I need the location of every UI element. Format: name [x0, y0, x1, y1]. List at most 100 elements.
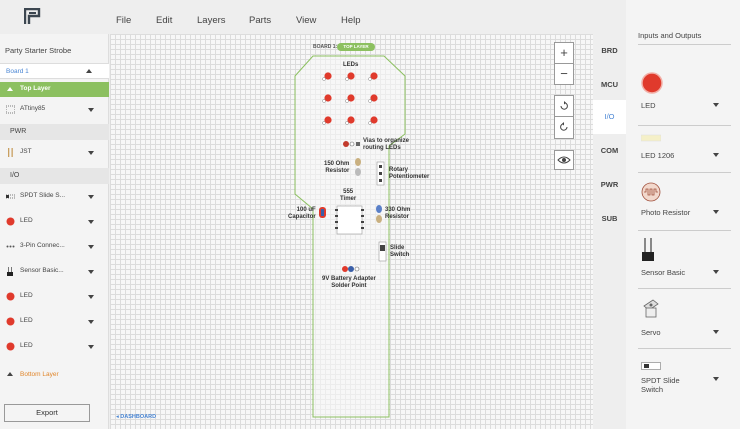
label-vias: Vias to organize routing LEDs: [363, 138, 409, 151]
divider: [638, 230, 731, 231]
part-label: SPDT Slide Switch: [641, 376, 680, 394]
part-led[interactable]: LED: [638, 72, 733, 122]
undo-button[interactable]: [555, 96, 573, 117]
top-layer-header[interactable]: Top Layer: [0, 82, 109, 97]
zoom-out-button[interactable]: −: [555, 64, 573, 85]
chevron-down-icon[interactable]: [88, 195, 94, 199]
connector-icon: [8, 148, 13, 157]
chevron-down-icon[interactable]: [88, 151, 94, 155]
chip-icon: [6, 105, 15, 114]
sidebar-item-label: ATtiny85: [20, 105, 46, 112]
sensor-icon: [642, 238, 654, 261]
chevron-down-icon[interactable]: [713, 210, 719, 214]
part-sensor-basic[interactable]: Sensor Basic: [638, 238, 733, 280]
part-led-1206[interactable]: LED 1206: [638, 133, 733, 173]
label-slide-switch: Slide Switch: [390, 245, 410, 258]
sidebar-item-led[interactable]: LED: [0, 309, 109, 333]
eye-icon: [557, 156, 571, 164]
sidebar-item-jst[interactable]: JST: [0, 140, 109, 164]
chevron-down-icon[interactable]: [88, 270, 94, 274]
sidebar-item-led[interactable]: LED: [0, 209, 109, 233]
dashboard-label: DASHBOARD: [120, 414, 157, 420]
menu-parts[interactable]: Parts: [249, 15, 271, 26]
sidebar-item-attiny85[interactable]: ATtiny85: [0, 97, 109, 121]
layer-pill[interactable]: TOP LAYER: [337, 43, 375, 51]
chevron-down-icon[interactable]: [88, 345, 94, 349]
menu-layers[interactable]: Layers: [197, 15, 226, 26]
sidebar-item-led[interactable]: LED: [0, 334, 109, 358]
board-label: BOARD 1:: [313, 44, 338, 50]
part-spdt-slide-switch[interactable]: SPDT Slide Switch: [638, 362, 733, 402]
sidebar-item-sensor[interactable]: Sensor Basic...: [0, 259, 109, 283]
chevron-down-icon[interactable]: [713, 103, 719, 107]
section-io: I/O: [0, 168, 109, 184]
chevron-down-icon[interactable]: [713, 330, 719, 334]
chevron-down-icon[interactable]: [88, 295, 94, 299]
sidebar-item-label: LED: [20, 217, 33, 224]
sidebar-item-label: JST: [20, 148, 32, 155]
servo-icon: [643, 299, 659, 318]
part-label: LED: [641, 101, 656, 110]
tab-sub[interactable]: SUB: [593, 202, 626, 236]
tab-pwr[interactable]: PWR: [593, 168, 626, 202]
part-photo-resistor[interactable]: Photo Resistor: [638, 182, 733, 227]
divider: [638, 172, 731, 173]
parts-panel-title: Inputs and Outputs: [638, 31, 702, 40]
visibility-toggle-button[interactable]: [554, 150, 574, 170]
project-title: Party Starter Strobe: [5, 46, 72, 55]
sidebar-item-3pin[interactable]: 3-Pin Connec...: [0, 234, 109, 258]
part-label: Servo: [641, 328, 661, 337]
dashboard-link[interactable]: ◂ DASHBOARD: [116, 414, 156, 420]
menu-edit[interactable]: Edit: [156, 15, 172, 26]
tab-io[interactable]: I/O: [593, 100, 626, 134]
chevron-down-icon[interactable]: [713, 377, 719, 381]
part-label: Photo Resistor: [641, 208, 691, 217]
board-selector[interactable]: Board 1: [0, 63, 109, 79]
menu-help[interactable]: Help: [341, 15, 361, 26]
tab-mcu[interactable]: MCU: [593, 68, 626, 102]
slide-switch-icon: [641, 362, 661, 370]
chevron-up-icon: [7, 87, 13, 91]
redo-icon: [560, 122, 568, 131]
chevron-down-icon[interactable]: [88, 320, 94, 324]
chevron-down-icon[interactable]: [88, 220, 94, 224]
chevron-down-icon[interactable]: [713, 270, 719, 274]
history-controls: [554, 95, 574, 139]
chevron-up-icon: [7, 372, 13, 376]
menu-view[interactable]: View: [296, 15, 316, 26]
section-pwr: PWR: [0, 124, 109, 140]
sidebar-item-label: LED: [20, 342, 33, 349]
photo-resistor-icon: [641, 182, 661, 202]
led-icon: [6, 317, 15, 326]
layers-sidebar: Party Starter Strobe Board 1 Top Layer A…: [0, 34, 109, 429]
led-icon: [6, 342, 15, 351]
chevron-down-icon[interactable]: [88, 245, 94, 249]
led-red-icon: [641, 72, 663, 94]
divider: [638, 125, 731, 126]
category-tabs: BRD MCU I/O COM PWR SUB: [593, 34, 626, 429]
sidebar-item-spdt[interactable]: SPDT Slide S...: [0, 184, 109, 208]
divider: [638, 44, 731, 45]
sidebar-item-label: Sensor Basic...: [20, 267, 64, 274]
export-button[interactable]: Export: [4, 404, 90, 422]
led-smd-icon: [641, 134, 661, 142]
part-label: LED 1206: [641, 151, 675, 160]
label-leds: LEDs: [343, 62, 359, 68]
chevron-down-icon[interactable]: [713, 153, 719, 157]
board-canvas[interactable]: BOARD 1: TOP LAYER LEDs Vias to organize…: [110, 34, 593, 429]
bottom-layer-header[interactable]: Bottom Layer: [0, 366, 109, 382]
pin-icon: [6, 245, 15, 248]
chevron-down-icon[interactable]: [88, 108, 94, 112]
menu-file[interactable]: File: [116, 15, 131, 26]
sidebar-item-label: 3-Pin Connec...: [20, 242, 65, 249]
tab-com[interactable]: COM: [593, 134, 626, 168]
bottom-layer-label: Bottom Layer: [20, 371, 59, 378]
sidebar-item-label: LED: [20, 317, 33, 324]
divider: [638, 288, 731, 289]
sidebar-item-led[interactable]: LED: [0, 284, 109, 308]
board-name: Board 1: [6, 68, 29, 75]
zoom-in-button[interactable]: +: [555, 43, 573, 64]
tab-brd[interactable]: BRD: [593, 34, 626, 68]
redo-button[interactable]: [555, 117, 573, 138]
part-servo[interactable]: Servo: [638, 298, 733, 343]
